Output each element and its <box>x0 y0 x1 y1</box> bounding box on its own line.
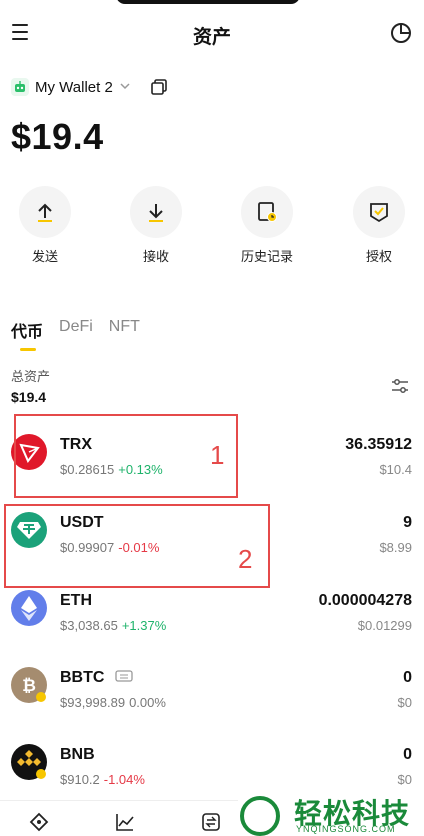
total-balance: $19.4 <box>11 116 104 157</box>
eth-logo-icon <box>11 590 47 626</box>
annotation-number-2: 2 <box>238 544 253 574</box>
token-value: $0 <box>397 695 412 710</box>
robot-icon <box>11 78 29 96</box>
ticket-icon <box>115 670 133 682</box>
token-symbol: BNB <box>60 746 95 763</box>
tab-tokens[interactable]: 代币 <box>11 318 43 342</box>
history-label: 历史记录 <box>240 249 293 264</box>
token-price: $3,038.65 +1.37% <box>60 618 167 633</box>
page-title: 资产 <box>192 27 231 48</box>
watermark-logo-icon <box>240 796 280 836</box>
history-button[interactable]: 历史记录 <box>224 186 310 265</box>
authorize-shield-icon <box>353 186 405 238</box>
download-arrow-icon <box>130 186 182 238</box>
token-change: -1.04% <box>103 772 145 787</box>
token-change: +1.37% <box>121 618 167 633</box>
nav-market-icon[interactable] <box>114 811 136 833</box>
filter-sliders-icon[interactable] <box>390 376 410 396</box>
pie-chart-icon[interactable] <box>390 22 412 44</box>
send-button[interactable]: 发送 <box>2 186 88 265</box>
annotation-box-2 <box>4 504 270 588</box>
token-amount: 36.35912 <box>345 436 412 453</box>
nav-swap-icon[interactable] <box>200 811 222 833</box>
token-symbol: ETH <box>60 592 92 609</box>
receive-button[interactable]: 接收 <box>113 186 199 265</box>
bnb-logo-icon <box>11 744 47 780</box>
token-symbol: BBTC <box>60 669 133 687</box>
annotation-box-1 <box>14 414 238 498</box>
token-row-eth[interactable]: ETH $3,038.65 +1.37% 0.000004278 $0.01299 <box>0 590 424 668</box>
status-notch <box>116 0 300 4</box>
token-amount: 0.000004278 <box>318 592 412 609</box>
receive-label: 接收 <box>142 249 169 264</box>
send-label: 发送 <box>31 249 58 264</box>
token-value: $10.4 <box>379 462 412 477</box>
token-value: $8.99 <box>379 540 412 555</box>
wallet-selector[interactable]: My Wallet 2 <box>11 77 131 97</box>
chevron-down-icon <box>119 79 131 96</box>
total-assets-value: $19.4 <box>11 389 47 405</box>
token-change: 0.00% <box>129 695 166 710</box>
bbtc-logo-icon: ₿ <box>11 667 47 703</box>
token-amount: 0 <box>403 669 412 686</box>
watermark: 轻松科技 YNQINGSONG.COM <box>238 790 424 836</box>
total-assets-label: 总资产 <box>11 369 51 384</box>
watermark-subtext: YNQINGSONG.COM <box>296 824 396 834</box>
svg-text:₿: ₿ <box>22 676 36 696</box>
history-icon <box>241 186 293 238</box>
authorize-label: 授权 <box>365 249 392 264</box>
token-value: $0.01299 <box>357 618 412 633</box>
nav-home-icon[interactable] <box>28 811 50 833</box>
copy-icon[interactable] <box>150 78 168 96</box>
asset-tabs: 代币 DeFi NFT <box>11 318 140 342</box>
tab-nft[interactable]: NFT <box>109 318 140 342</box>
token-row-bbtc[interactable]: ₿ BBTC $93,998.89 0.00% 0 $0 <box>0 667 424 745</box>
annotation-number-1: 1 <box>210 440 225 470</box>
wallet-name: My Wallet 2 <box>35 78 113 96</box>
token-amount: 0 <box>403 746 412 763</box>
upload-arrow-icon <box>19 186 71 238</box>
token-amount: 9 <box>403 514 412 531</box>
authorize-button[interactable]: 授权 <box>336 186 422 265</box>
token-value: $0 <box>397 772 412 787</box>
tab-defi[interactable]: DeFi <box>59 318 93 342</box>
token-price: $910.2 -1.04% <box>60 772 145 787</box>
token-price: $93,998.89 0.00% <box>60 695 166 710</box>
active-tab-indicator <box>20 348 36 351</box>
